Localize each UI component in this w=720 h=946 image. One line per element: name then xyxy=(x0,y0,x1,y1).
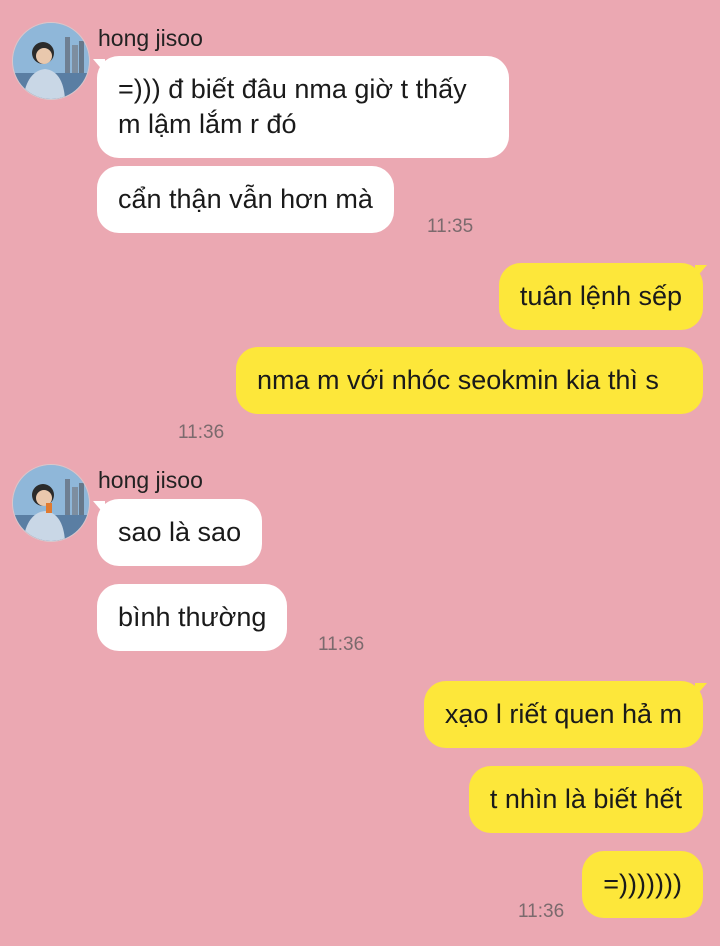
message-timestamp: 11:36 xyxy=(178,422,225,443)
avatar-photo-icon xyxy=(13,465,89,541)
message-timestamp: 11:36 xyxy=(318,634,365,655)
sender-name: hong jisoo xyxy=(98,467,203,493)
message-bubble-incoming[interactable]: cẩn thận vẫn hơn mà xyxy=(97,166,394,233)
sender-avatar[interactable] xyxy=(12,22,90,100)
sender-avatar[interactable] xyxy=(12,464,90,542)
message-timestamp: 11:35 xyxy=(427,216,474,237)
message-bubble-outgoing[interactable]: tuân lệnh sếp xyxy=(498,263,703,330)
message-bubble-incoming[interactable]: sao là sao xyxy=(97,499,263,566)
message-bubble-outgoing[interactable]: xạo l riết quen hả m xyxy=(423,681,703,748)
message-bubble-incoming[interactable]: bình thường xyxy=(97,584,288,651)
chat-thread[interactable]: hong jisoo =))) đ biết đâu nma giờ t thấ… xyxy=(0,0,720,946)
message-bubble-outgoing[interactable]: nma m với nhóc seokmin kia thì s xyxy=(236,347,703,414)
sender-name: hong jisoo xyxy=(98,25,203,51)
message-bubble-incoming[interactable]: =))) đ biết đâu nma giờ t thấy m lậm lắm… xyxy=(97,56,509,158)
avatar-photo-icon xyxy=(13,23,89,99)
message-timestamp: 11:36 xyxy=(518,901,565,922)
message-bubble-outgoing[interactable]: =))))))) xyxy=(582,851,703,918)
message-bubble-outgoing[interactable]: t nhìn là biết hết xyxy=(468,766,703,833)
